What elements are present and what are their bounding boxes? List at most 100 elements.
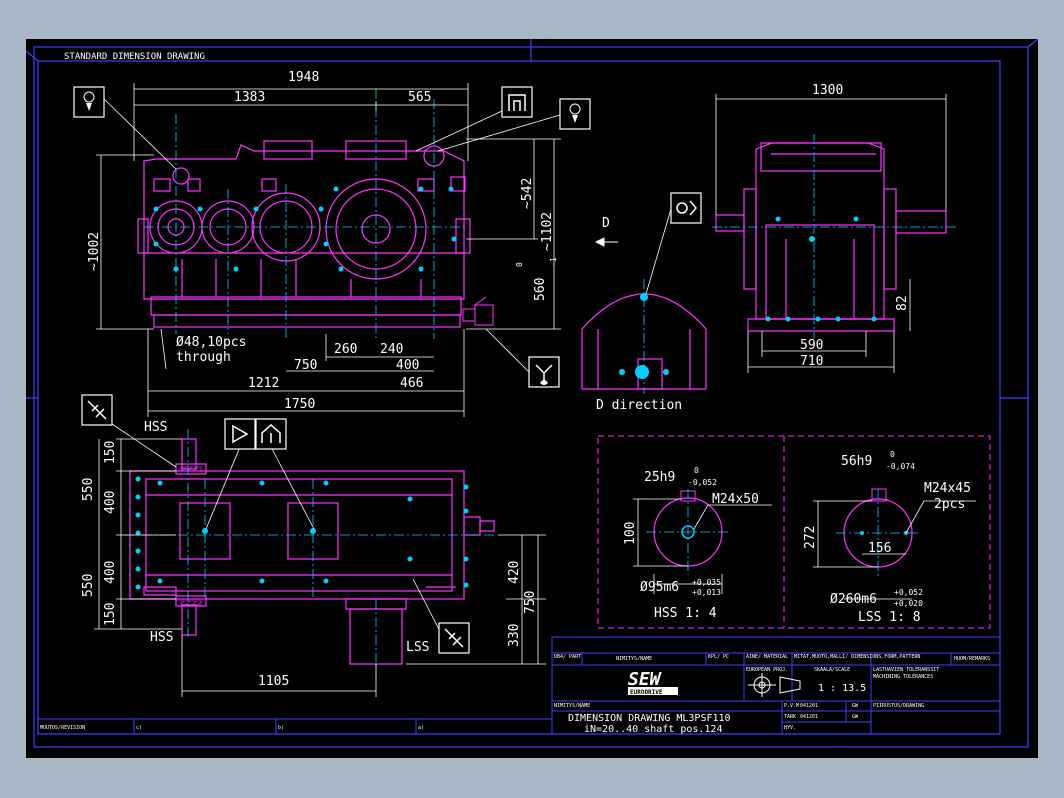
lss-detail: 56h9 0 -0,074 M24x45 2pcs 272 156 Ø260m6… [803, 450, 976, 625]
cad-drawing-canvas[interactable]: STANDARD DIMENSION DRAWING 1948 1383 565… [25, 38, 1039, 758]
top-dim-400-bottom: 400 [103, 561, 118, 584]
d-arrow-label: D [602, 216, 610, 231]
top-view-outline [129, 463, 495, 610]
oil-level-icon[interactable] [255, 418, 315, 530]
lss-shaft [181, 438, 403, 665]
window-background: STANDARD DIMENSION DRAWING 1948 1383 565… [0, 0, 1064, 798]
lss-dim-156: 156 [868, 541, 891, 556]
tb-revision-label: MUUTOS/REVISION [40, 725, 85, 731]
oil-drain-icon[interactable] [485, 328, 560, 388]
details-frame [597, 435, 991, 629]
lss-dia: Ø260m6 [830, 592, 877, 607]
tb-rev-c: c) [136, 725, 142, 731]
side-dim-590: 590 [800, 338, 823, 353]
lss-dim-272: 272 [803, 526, 818, 549]
tb-title-line1: DIMENSION DRAWING ML3PSF110 [568, 713, 731, 724]
sheet-header-label: STANDARD DIMENSION DRAWING [64, 52, 205, 62]
dim-750: 750 [294, 358, 317, 373]
tb-tark-sign: GW [852, 714, 859, 720]
tb-projection-label: EUROPEAN PROJ. [746, 667, 788, 673]
hss-key-tol-lower: -0,052 [688, 478, 717, 487]
lss-key-tol-upper: 0 [890, 450, 895, 459]
bolt-note-line1: Ø48,10pcs [176, 335, 246, 350]
front-view-centerlines [144, 89, 466, 339]
tb-material-label: AINE/ MATERIAL [746, 654, 788, 660]
tb-scale-head: SKAALA/SCALE [814, 667, 850, 673]
side-view-outline [715, 142, 947, 332]
hss-dim-100: 100 [623, 522, 638, 545]
top-dim-550-top: 550 [81, 478, 96, 501]
hss-detail: 25h9 0 -0,052 M24x50 100 Ø95m6 +0,035 +0… [623, 466, 772, 621]
top-dim-1105: 1105 [258, 674, 289, 689]
side-dim-710: 710 [800, 354, 823, 369]
lss-key: 56h9 [841, 454, 872, 469]
hss-key-tol-upper: 0 [694, 466, 699, 475]
hss-key: 25h9 [644, 470, 675, 485]
dim-shaft-height-tol-lower: -1 [549, 257, 558, 267]
dim-shaft-height-tol-upper: 0 [515, 262, 524, 267]
top-view: HSS HSS LSS 150 400 550 400 550 150 420 … [81, 394, 546, 697]
d-arrow-icon [594, 237, 618, 247]
side-view-bolts [765, 216, 877, 322]
tb-tark-value: 041201 [800, 714, 818, 720]
oil-drain-fitting [462, 296, 494, 326]
top-label-hss-top: HSS [144, 420, 167, 435]
top-dim-750: 750 [523, 591, 538, 614]
drawing-sheet: STANDARD DIMENSION DRAWING 1948 1383 565… [25, 38, 1039, 748]
lss-dia-tol-upper: +0,052 [894, 588, 923, 597]
dim-right-part: 565 [408, 90, 431, 105]
d-direction-view: D D direction [581, 192, 707, 413]
lifting-eye-icon[interactable] [73, 86, 177, 170]
top-dim-150-top: 150 [103, 441, 118, 464]
tb-name-col-label: NIMITYS/NAME [616, 656, 652, 662]
tb-name-label: NIMITYS/NAME [554, 703, 590, 709]
tb-pvm-label: P.V.M [784, 703, 799, 709]
side-view-centerlines [712, 134, 958, 339]
tb-title-line2: iN=20..40 shaft pos.124 [584, 724, 722, 735]
tb-pc-label: KPL/ PC [708, 654, 729, 660]
top-dimension-lines [94, 438, 546, 697]
dim-left-part: 1383 [234, 90, 265, 105]
front-view: 1948 1383 565 ~1002 ~542 ~1102 560 0 -1 … [73, 70, 591, 417]
front-dimension-lines [96, 83, 561, 417]
top-dim-150-bottom: 150 [103, 603, 118, 626]
hss-dia-tol-upper: +0,035 [692, 578, 721, 587]
hss-thread: M24x50 [712, 492, 759, 507]
dim-466: 466 [400, 376, 423, 391]
lss-scale-label: LSS 1: 8 [858, 610, 921, 625]
tb-rev-b: b) [278, 725, 284, 731]
lss-thread: M24x45 [924, 481, 971, 496]
bolt-note-line2: through [176, 350, 231, 365]
top-view-bolts [135, 476, 469, 590]
sew-eurodrive-logo: SEW EURODRIVE [628, 669, 678, 696]
top-dim-400-top: 400 [103, 491, 118, 514]
tb-tolerances-head: LASTUAVIEN TOLERANSSIT [873, 667, 939, 673]
side-dim-width: 1300 [812, 83, 843, 98]
tb-remarks-label: HUOM/REMARKS [954, 656, 990, 662]
top-label-lss: LSS [406, 640, 429, 655]
dim-upper-height: ~542 [520, 178, 535, 209]
dim-total-height: ~1102 [540, 212, 555, 251]
logo-main: SEW [628, 669, 663, 690]
lss-pcs: 2pcs [934, 497, 965, 512]
dim-1750: 1750 [284, 397, 315, 412]
dim-overall-height: ~1002 [87, 232, 102, 271]
dim-overall-length: 1948 [288, 70, 319, 85]
top-dim-420: 420 [507, 561, 522, 584]
oil-fill-icon[interactable] [415, 86, 533, 152]
dim-240: 240 [380, 342, 403, 357]
sheet-border [25, 38, 1039, 748]
shaft-details: 25h9 0 -0,052 M24x50 100 Ø95m6 +0,035 +0… [597, 435, 991, 629]
dim-1212: 1212 [248, 376, 279, 391]
hss-scale-label: HSS 1: 4 [654, 606, 717, 621]
front-view-outline [137, 140, 471, 328]
side-dim-82: 82 [895, 295, 910, 311]
d-view-caption: D direction [596, 398, 682, 413]
oil-sight-icon[interactable] [645, 192, 702, 295]
tb-tark-label: TARK [784, 714, 796, 720]
dim-400: 400 [396, 358, 419, 373]
tb-tolerances-sub: MACHINING TOLERANCES [873, 674, 933, 680]
lss-dia-tol-lower: +0,020 [894, 599, 923, 608]
top-view-hatch [180, 466, 202, 606]
top-dim-330: 330 [507, 624, 522, 647]
